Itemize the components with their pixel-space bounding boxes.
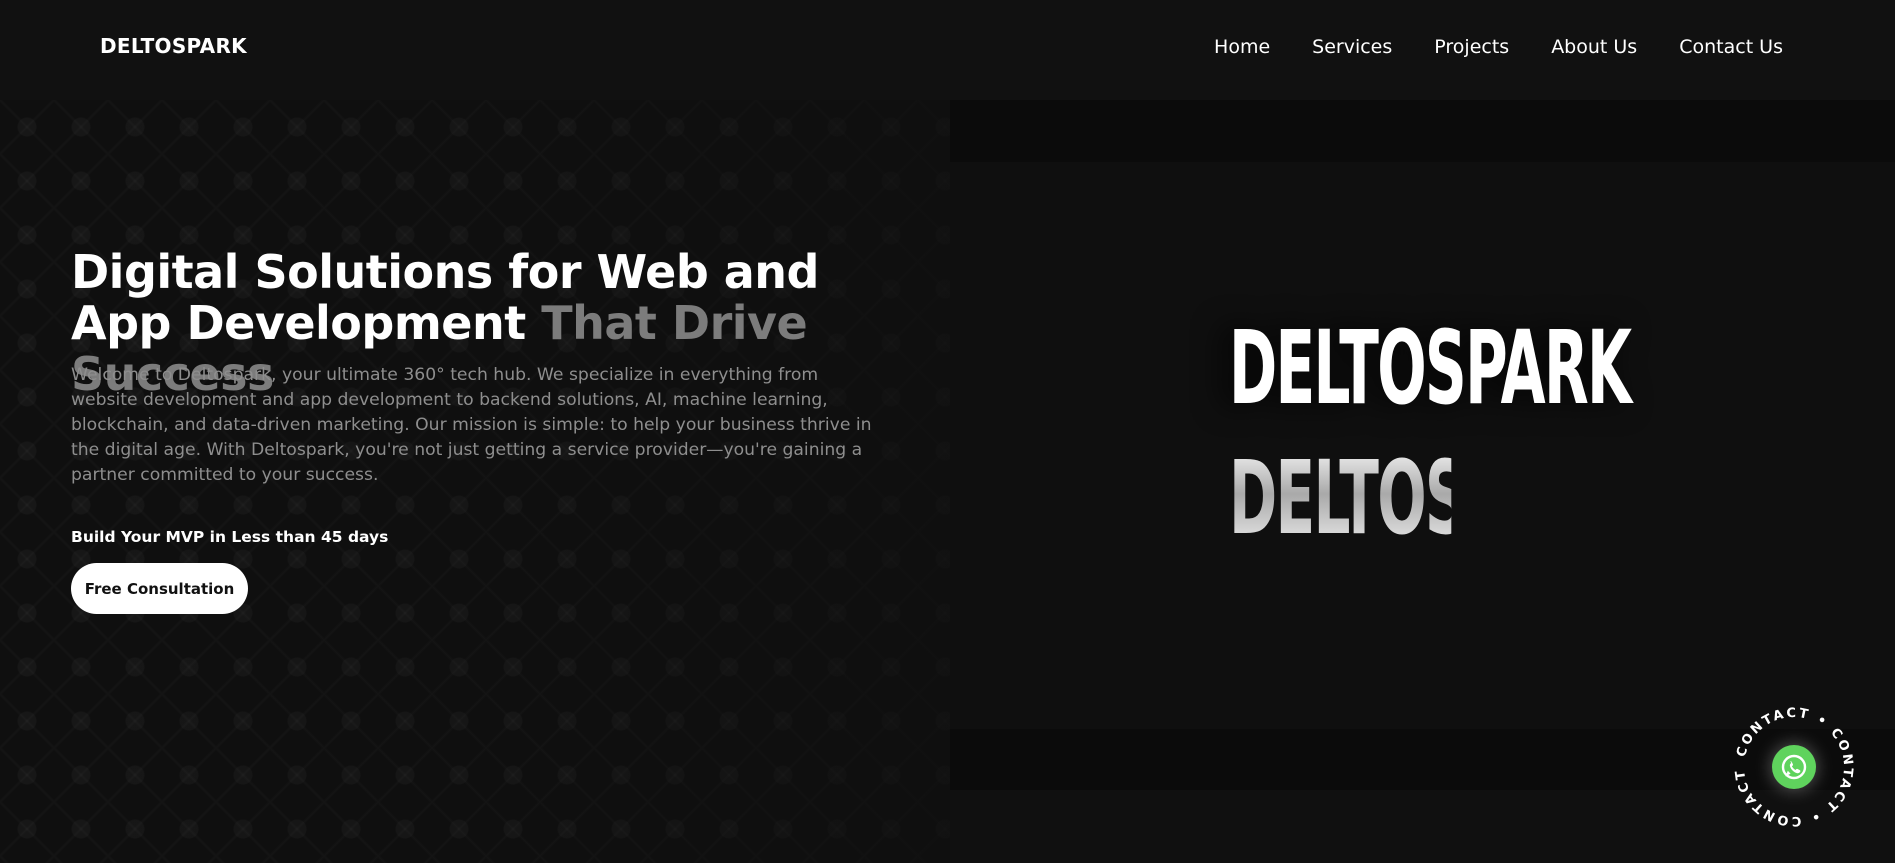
showcase-wordmark-reflection: DELTOSPARK <box>1229 439 1632 558</box>
nav-links: Home Services Projects About Us Contact … <box>1214 36 1783 58</box>
whatsapp-contact-widget[interactable]: CONTACT • CONTACT • CONTACT • <box>1729 702 1859 832</box>
whatsapp-icon[interactable] <box>1772 745 1816 789</box>
top-navbar: DELTOSPARK Home Services Projects About … <box>0 0 1895 100</box>
phone-icon <box>1781 754 1807 780</box>
nav-contact-us[interactable]: Contact Us <box>1679 36 1783 58</box>
nav-home[interactable]: Home <box>1214 36 1270 58</box>
mvp-label: Build Your MVP in Less than 45 days <box>71 528 389 546</box>
nav-projects[interactable]: Projects <box>1434 36 1509 58</box>
brand-logo[interactable]: DELTOSPARK <box>100 34 247 58</box>
nav-services[interactable]: Services <box>1312 36 1392 58</box>
showcase-wordmark: DELTOSPARK <box>1229 309 1632 428</box>
hero-intro: Welcome to Deltospark, your ultimate 360… <box>71 365 872 485</box>
nav-about-us[interactable]: About Us <box>1551 36 1637 58</box>
free-consultation-button[interactable]: Free Consultation <box>71 563 248 614</box>
